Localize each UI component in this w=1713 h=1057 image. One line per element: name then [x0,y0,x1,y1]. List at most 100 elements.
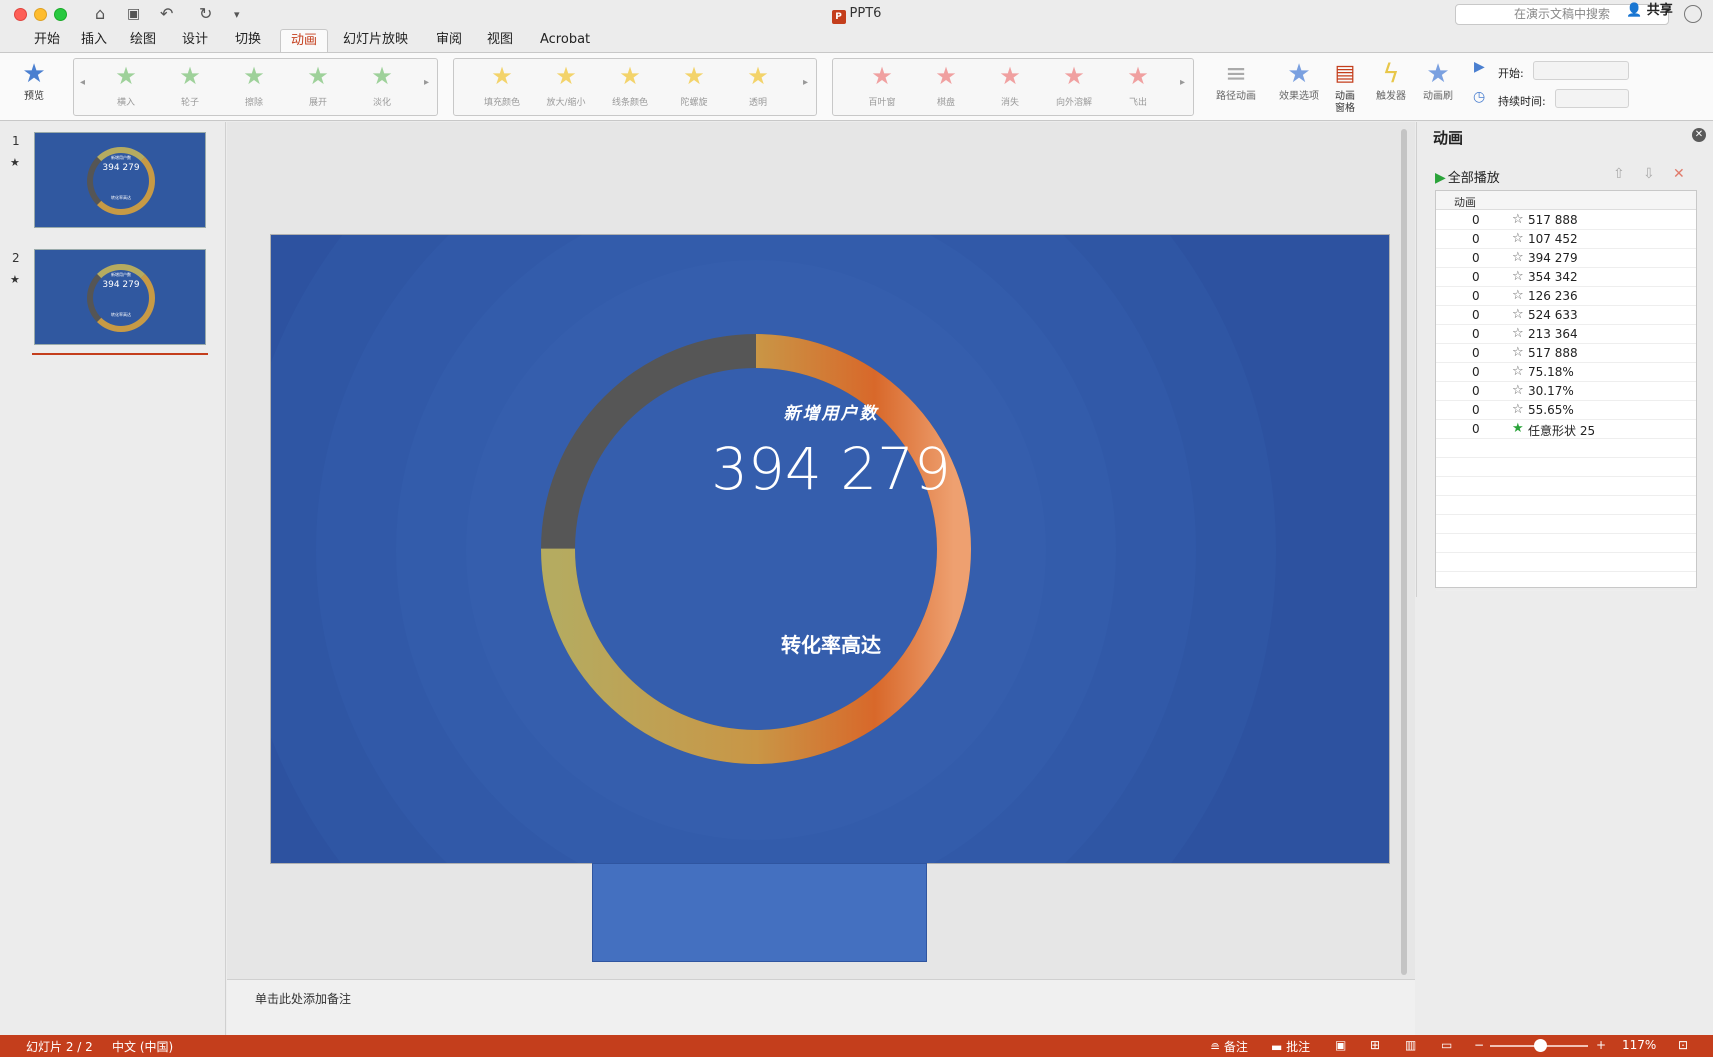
thumbnail-subtitle: 转化率高达 [111,195,131,200]
slide-thumbnail-2[interactable]: 新增用户数 394 279 转化率高达 [34,249,206,345]
start-select[interactable] [1533,61,1629,80]
entrance-effect-2[interactable]: ★ 擦除 [224,61,284,108]
slide-sorter-icon[interactable]: ⊞ [1370,1038,1380,1052]
animation-list-item[interactable]: 0 ☆ 75.18% [1436,363,1696,382]
animation-painter-button[interactable]: ★ 动画刷 [1416,59,1460,103]
exit-effect-2[interactable]: ★ 消失 [980,61,1040,108]
preview-button[interactable]: ★ 预览 [12,59,56,103]
add-person-icon: 👤 [1626,3,1643,18]
zoom-out-icon[interactable]: − [1474,1038,1484,1052]
slide-subtitle: 转化率高达 [781,633,881,657]
delete-icon[interactable]: ✕ [1673,166,1685,182]
animation-order: 0 [1472,213,1480,227]
tab-9[interactable]: Acrobat [530,29,600,52]
notes-area[interactable]: 单击此处添加备注 [227,979,1415,1035]
notes-icon: ≘ [1210,1040,1221,1054]
tab-7[interactable]: 审阅 [426,29,472,52]
emphasis-effect-icon: ☆ [1512,250,1524,265]
emphasis-effect-3[interactable]: ★ 陀螺旋 [664,61,724,108]
emphasis-effect-icon: ☆ [1512,307,1524,322]
tab-1[interactable]: 插入 [71,29,117,52]
gallery-next-icon[interactable]: ▸ [1180,77,1185,88]
entrance-effect-0[interactable]: ★ 横入 [96,61,156,108]
animation-list-item[interactable]: 0 ☆ 126 236 [1436,287,1696,306]
account-icon[interactable] [1684,5,1702,23]
exit-effect-1[interactable]: ★ 棋盘 [916,61,976,108]
zoom-slider-knob[interactable] [1534,1039,1547,1052]
normal-view-icon[interactable]: ▣ [1335,1038,1346,1052]
fit-to-window-icon[interactable]: ⊡ [1678,1038,1688,1052]
gallery-prev-icon[interactable]: ◂ [80,77,85,88]
path-icon: ≡ [1225,59,1247,89]
star-icon: ★ [683,62,705,90]
animation-list-item[interactable]: 0 ☆ 30.17% [1436,382,1696,401]
tab-5[interactable]: 动画 [280,29,329,52]
play-all-button[interactable]: ▶ 全部播放 [1435,167,1500,186]
reading-view-icon[interactable]: ▥ [1405,1038,1416,1052]
tab-3[interactable]: 设计 [172,29,218,52]
emphasis-effect-0[interactable]: ★ 填充颜色 [472,61,532,108]
comments-toggle[interactable]: ▬ 批注 [1271,1038,1310,1055]
empty-row [1436,496,1696,515]
share-button[interactable]: 👤 共享 [1626,0,1673,23]
animation-order: 0 [1472,308,1480,322]
animation-list-item[interactable]: 0 ☆ 107 452 [1436,230,1696,249]
tab-8[interactable]: 视图 [477,29,523,52]
selected-slide-indicator [32,353,208,355]
empty-row [1436,515,1696,534]
thumbnail-title: 新增用户数 [111,155,131,160]
animation-list-item[interactable]: 0 ☆ 524 633 [1436,306,1696,325]
tab-6[interactable]: 幻灯片放映 [333,29,418,52]
animation-list-item[interactable]: 0 ☆ 354 342 [1436,268,1696,287]
animation-list-item[interactable]: 0 ☆ 517 888 [1436,344,1696,363]
exit-effect-4[interactable]: ★ 飞出 [1108,61,1168,108]
animation-list-item[interactable]: 0 ☆ 213 364 [1436,325,1696,344]
entrance-effect-1[interactable]: ★ 轮子 [160,61,220,108]
offslide-rectangle[interactable] [592,863,927,962]
animation-order: 0 [1472,232,1480,246]
gallery-next-icon[interactable]: ▸ [803,77,808,88]
scrollbar-thumb[interactable] [1401,129,1407,975]
effect-options-button[interactable]: ★ 效果选项 [1275,59,1323,103]
exit-effect-3[interactable]: ★ 向外溶解 [1044,61,1104,108]
zoom-level[interactable]: 117% [1622,1038,1656,1052]
current-slide[interactable]: 新增用户数 394 279 转化率高达 [270,234,1390,864]
slide-number: 2 [12,251,20,265]
path-animation-button[interactable]: ≡ 路径动画 [1210,59,1262,103]
animation-list-item[interactable]: 0 ★ 任意形状 25 [1436,420,1696,439]
language-indicator[interactable]: 中文 (中国) [112,1038,173,1055]
slideshow-icon[interactable]: ▭ [1441,1038,1452,1052]
move-up-icon[interactable]: ⇧ [1613,166,1625,182]
star-icon: ★ [619,62,641,90]
duration-field[interactable] [1555,89,1629,108]
emphasis-effect-1[interactable]: ★ 放大/缩小 [536,61,596,108]
move-down-icon[interactable]: ⇩ [1643,166,1655,182]
animation-pane-button[interactable]: ▤ 动画 窗格 [1330,59,1360,115]
zoom-in-icon[interactable]: + [1596,1038,1606,1052]
vertical-scrollbar[interactable] [1400,125,1408,975]
emphasis-effect-2[interactable]: ★ 线条颜色 [600,61,660,108]
entrance-effect-3[interactable]: ★ 展开 [288,61,348,108]
tab-4[interactable]: 切换 [225,29,271,52]
animation-list-item[interactable]: 0 ☆ 394 279 [1436,249,1696,268]
ribbon-tabs: 开始 插入 绘图 设计 切换 动画 幻灯片放映 审阅 视图 Acrobat [0,29,1713,52]
gallery-next-icon[interactable]: ▸ [424,77,429,88]
animation-list-item[interactable]: 0 ☆ 517 888 [1436,211,1696,230]
slide-thumbnail-1[interactable]: 新增用户数 394 279 转化率高达 [34,132,206,228]
painter-icon: ★ [1426,59,1450,89]
trigger-button[interactable]: ϟ 触发器 [1370,59,1412,103]
close-pane-icon[interactable]: ✕ [1692,128,1706,142]
tab-2[interactable]: 绘图 [120,29,166,52]
play-icon: ▶ [1474,59,1485,75]
emphasis-effect-4[interactable]: ★ 透明 [728,61,788,108]
entrance-effect-4[interactable]: ★ 淡化 [352,61,412,108]
slides-pane: 1 ★ 新增用户数 394 279 转化率高达 2 ★ 新增用户数 394 279 转化率高达 [0,122,226,1035]
animation-list-item[interactable]: 0 ☆ 55.65% [1436,401,1696,420]
notes-toggle[interactable]: ≘ 备注 [1210,1038,1248,1055]
animation-order: 0 [1472,365,1480,379]
emphasis-effect-icon: ☆ [1512,345,1524,360]
exit-effect-0[interactable]: ★ 百叶窗 [852,61,912,108]
animation-target-name: 75.18% [1528,365,1574,379]
animation-target-name: 394 279 [1528,251,1578,265]
tab-0[interactable]: 开始 [24,29,70,52]
